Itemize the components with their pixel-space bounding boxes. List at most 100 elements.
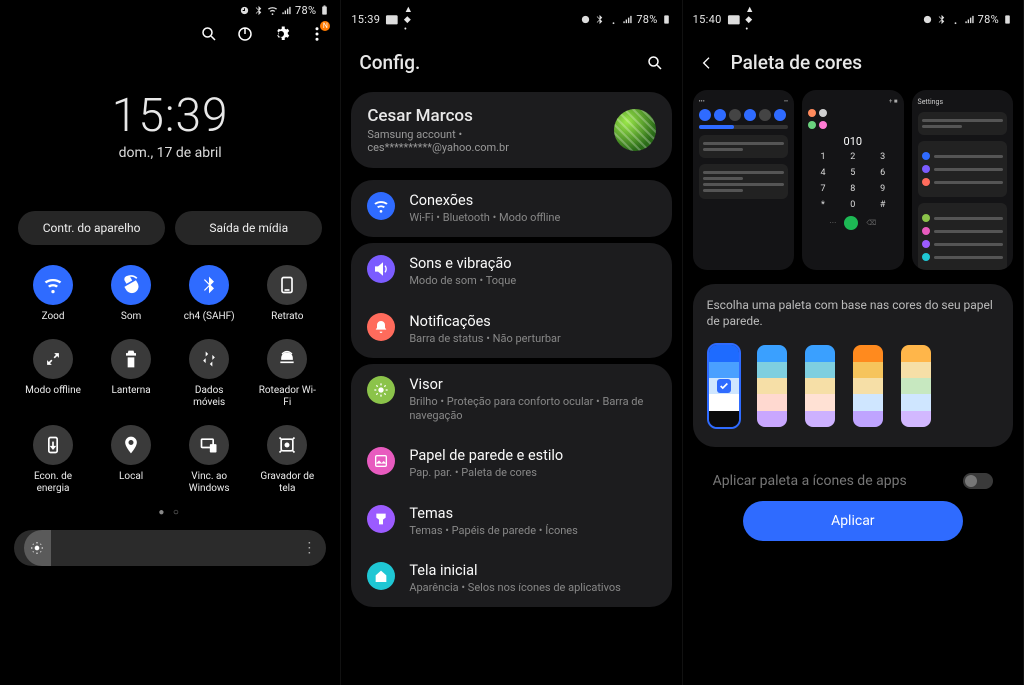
search-icon[interactable]: [200, 25, 218, 43]
signal-icon: [622, 14, 633, 25]
qs-tile-airplane[interactable]: Modo offline: [18, 339, 88, 409]
swatch-segment: [901, 345, 931, 361]
keypad-key: 9: [868, 184, 898, 194]
brightness-more-icon[interactable]: ⋮: [296, 540, 316, 556]
more-icon[interactable]: N: [308, 25, 326, 43]
qs-tile-power-save[interactable]: Econ. de energia: [18, 425, 88, 495]
qs-tile-label: Vinc. ao Windows: [179, 471, 239, 495]
swatch-segment: [805, 411, 835, 427]
palette-swatch[interactable]: [755, 343, 789, 429]
settings-row-icon: [367, 562, 395, 590]
bluetooth-icon: [189, 265, 229, 305]
call-icon: [844, 216, 858, 230]
battery-icon: [661, 14, 672, 25]
qs-tile-screen-record[interactable]: Gravador de tela: [252, 425, 322, 495]
bluetooth-icon: [253, 5, 264, 16]
page-title: Config.: [359, 51, 420, 74]
swatch-segment: [757, 378, 787, 394]
keypad-key: 6: [868, 168, 898, 178]
preview-dialer[interactable]: + ■ 010 123456789*0# ⋯ ⌫: [802, 90, 903, 270]
qs-tile-wifi[interactable]: Zood: [18, 265, 88, 323]
signal-icon: [281, 5, 292, 16]
wifi-icon: [608, 14, 619, 25]
bluetooth-icon: [594, 14, 605, 25]
qs-tile-mobile-data[interactable]: Dados móveis: [174, 339, 244, 409]
swatch-segment: [853, 411, 883, 427]
palette-chooser-card: Escolha uma paleta com base nas cores do…: [693, 284, 1013, 447]
clock-date[interactable]: dom., 17 de abril: [0, 145, 340, 161]
page-title: Paleta de cores: [731, 51, 862, 74]
battery-icon: [319, 5, 330, 16]
account-card[interactable]: Cesar Marcos Samsung account • ces******…: [351, 92, 671, 168]
qs-tile-label: ch4 (SAHF): [184, 311, 235, 323]
qs-tile-label: Retrato: [271, 311, 303, 323]
swatch-segment: [709, 345, 739, 361]
power-icon[interactable]: [236, 25, 254, 43]
preview-settings-header: Settings: [918, 98, 1007, 106]
qs-tile-flashlight[interactable]: Lanterna: [96, 339, 166, 409]
settings-row-icon: [367, 255, 395, 283]
swatch-segment: [757, 411, 787, 427]
preview-settings[interactable]: Settings: [912, 90, 1013, 270]
keypad-key: 0: [838, 200, 868, 210]
swatch-segment: [805, 362, 835, 378]
qs-tile-bluetooth[interactable]: ch4 (SAHF): [174, 265, 244, 323]
settings-row-notifica-es[interactable]: Notificações Barra de status • Não pertu…: [351, 301, 671, 358]
palette-swatch[interactable]: [851, 343, 885, 429]
settings-row-sub: Temas • Papéis de parede • Ícones: [409, 524, 655, 538]
settings-row-title: Tela inicial: [409, 562, 655, 579]
alarm-icon: [580, 14, 591, 25]
apply-to-icons-row[interactable]: Aplicar paleta a ícones de apps: [693, 459, 1013, 493]
palette-swatch[interactable]: [803, 343, 837, 429]
page-indicator[interactable]: ● ○: [0, 507, 340, 518]
settings-row-tela-inicial[interactable]: Tela inicial Aparência • Selos nos ícone…: [351, 550, 671, 607]
screen-record-icon: [267, 425, 307, 465]
keypad-key: *: [808, 200, 838, 210]
apply-to-icons-label: Aplicar paleta a ícones de apps: [713, 473, 907, 489]
airplane-icon: [33, 339, 73, 379]
image-icon: [384, 12, 400, 28]
battery-percent: 78%: [978, 13, 999, 26]
swatch-segment: [853, 345, 883, 361]
settings-row-papel-de-parede-e-estilo[interactable]: Papel de parede e estilo Pap. par. • Pal…: [351, 435, 671, 492]
palette-swatch[interactable]: [899, 343, 933, 429]
settings-row-visor[interactable]: Visor Brilho • Proteção para conforto oc…: [351, 364, 671, 436]
qs-tile-hotspot[interactable]: Roteador Wi-Fi: [252, 339, 322, 409]
avatar: [614, 109, 656, 151]
media-output-button[interactable]: Saída de mídia: [175, 211, 322, 245]
qs-tile-sound[interactable]: Som: [96, 265, 166, 323]
settings-row-sub: Pap. par. • Paleta de cores: [409, 466, 655, 480]
keypad-key: 3: [868, 152, 898, 162]
qs-tile-portrait-lock[interactable]: Retrato: [252, 265, 322, 323]
keypad-key: #: [868, 200, 898, 210]
keypad-key: 5: [838, 168, 868, 178]
settings-row-title: Sons e vibração: [409, 255, 655, 272]
search-icon[interactable]: [646, 54, 664, 72]
qs-tile-link-windows[interactable]: Vinc. ao Windows: [174, 425, 244, 495]
apply-button[interactable]: Aplicar: [743, 501, 963, 541]
back-icon[interactable]: [699, 55, 715, 71]
settings-row-temas[interactable]: Temas Temas • Papéis de parede • Ícones: [351, 493, 671, 550]
keypad-key: 4: [808, 168, 838, 178]
keypad-key: 2: [838, 152, 868, 162]
gear-icon[interactable]: [272, 25, 290, 43]
sound-icon: [111, 265, 151, 305]
account-name: Cesar Marcos: [367, 106, 603, 126]
palette-swatch[interactable]: [707, 343, 741, 429]
brightness-slider[interactable]: ⋮: [14, 530, 326, 566]
settings-row-sons-e-vibra-o[interactable]: Sons e vibração Modo de som • Toque: [351, 243, 671, 300]
preview-quick-panel[interactable]: •••••: [693, 90, 794, 270]
settings-row-conex-es[interactable]: Conexões Wi-Fi • Bluetooth • Modo offlin…: [351, 180, 671, 237]
settings-row-title: Notificações: [409, 313, 655, 330]
swatch-segment: [805, 378, 835, 394]
device-controls-button[interactable]: Contr. do aparelho: [18, 211, 165, 245]
settings-row-icon: [367, 447, 395, 475]
swatch-segment: [901, 394, 931, 410]
location-icon: [111, 425, 151, 465]
apply-to-icons-toggle[interactable]: [963, 473, 993, 489]
status-bar: 15:40 ▲ ◆ • 78%: [683, 0, 1023, 37]
qs-tile-location[interactable]: Local: [96, 425, 166, 495]
swatch-segment: [853, 362, 883, 378]
battery-icon: [1002, 14, 1013, 25]
qs-tile-label: Modo offline: [25, 385, 81, 397]
